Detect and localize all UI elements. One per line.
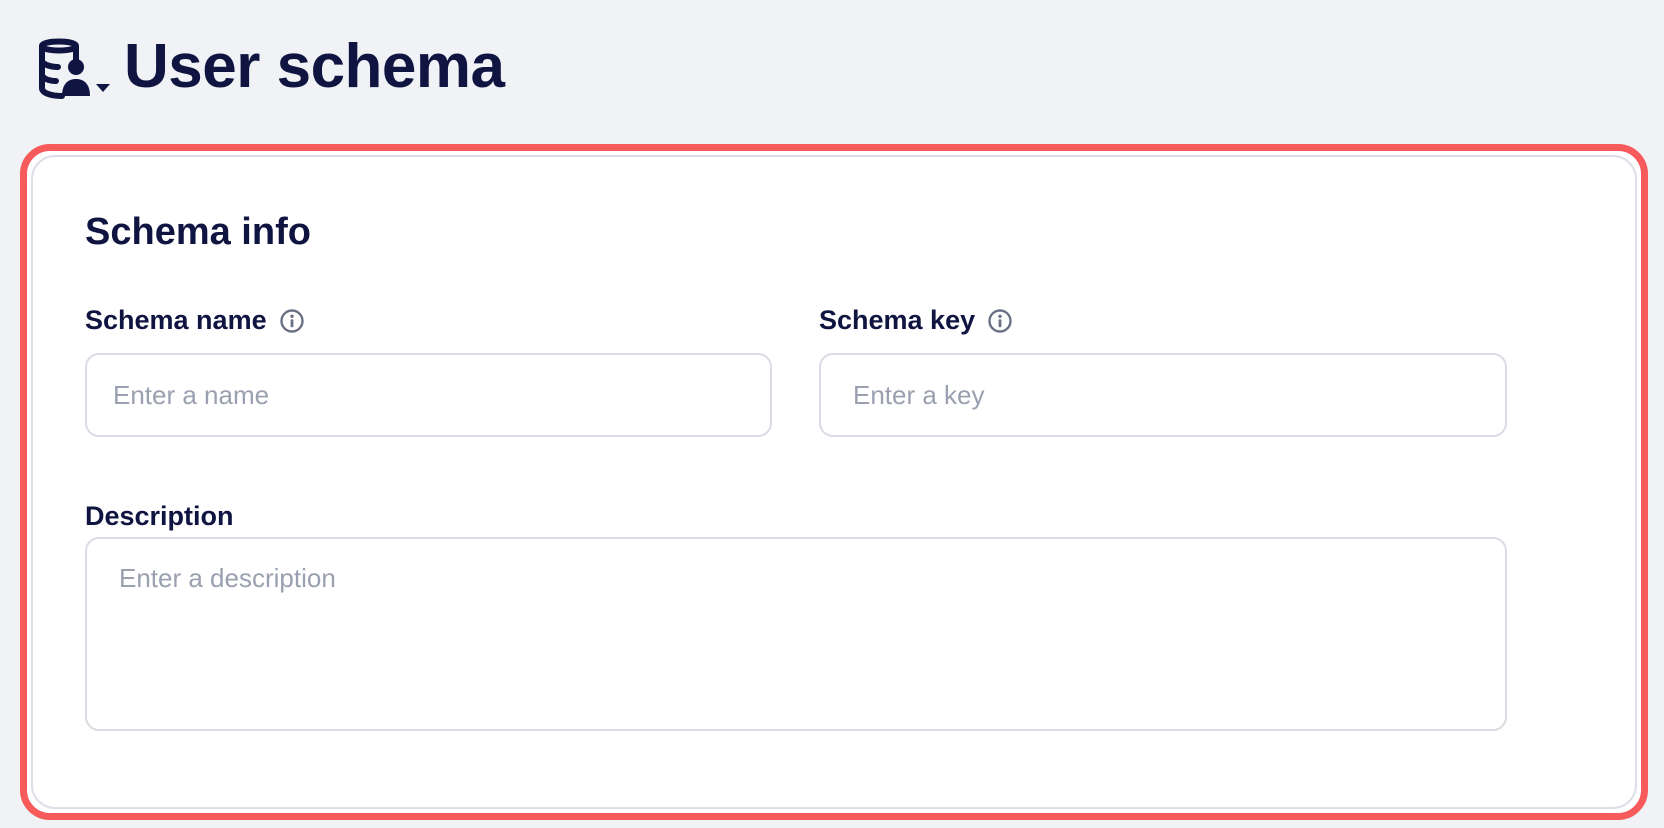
schema-key-label-text: Schema key bbox=[819, 305, 976, 335]
description-label-text: Description bbox=[85, 501, 234, 531]
schema-name-label-text: Schema name bbox=[85, 305, 267, 335]
schema-key-info-icon[interactable] bbox=[987, 308, 1013, 334]
description-textarea[interactable] bbox=[85, 537, 1507, 731]
page-header: User schema bbox=[36, 32, 505, 102]
schema-info-card-highlight: Schema info Schema name Schema key bbox=[20, 144, 1648, 820]
schema-name-label: Schema name bbox=[85, 307, 305, 334]
schema-key-input[interactable] bbox=[819, 353, 1507, 437]
schema-info-card: Schema info Schema name Schema key bbox=[31, 155, 1637, 809]
section-title: Schema info bbox=[85, 211, 311, 253]
schema-name-input[interactable] bbox=[85, 353, 772, 437]
schema-name-info-icon[interactable] bbox=[279, 308, 305, 334]
user-database-icon bbox=[36, 34, 118, 100]
description-label: Description bbox=[85, 503, 234, 530]
page-title: User schema bbox=[124, 32, 505, 101]
schema-key-label: Schema key bbox=[819, 307, 1013, 334]
